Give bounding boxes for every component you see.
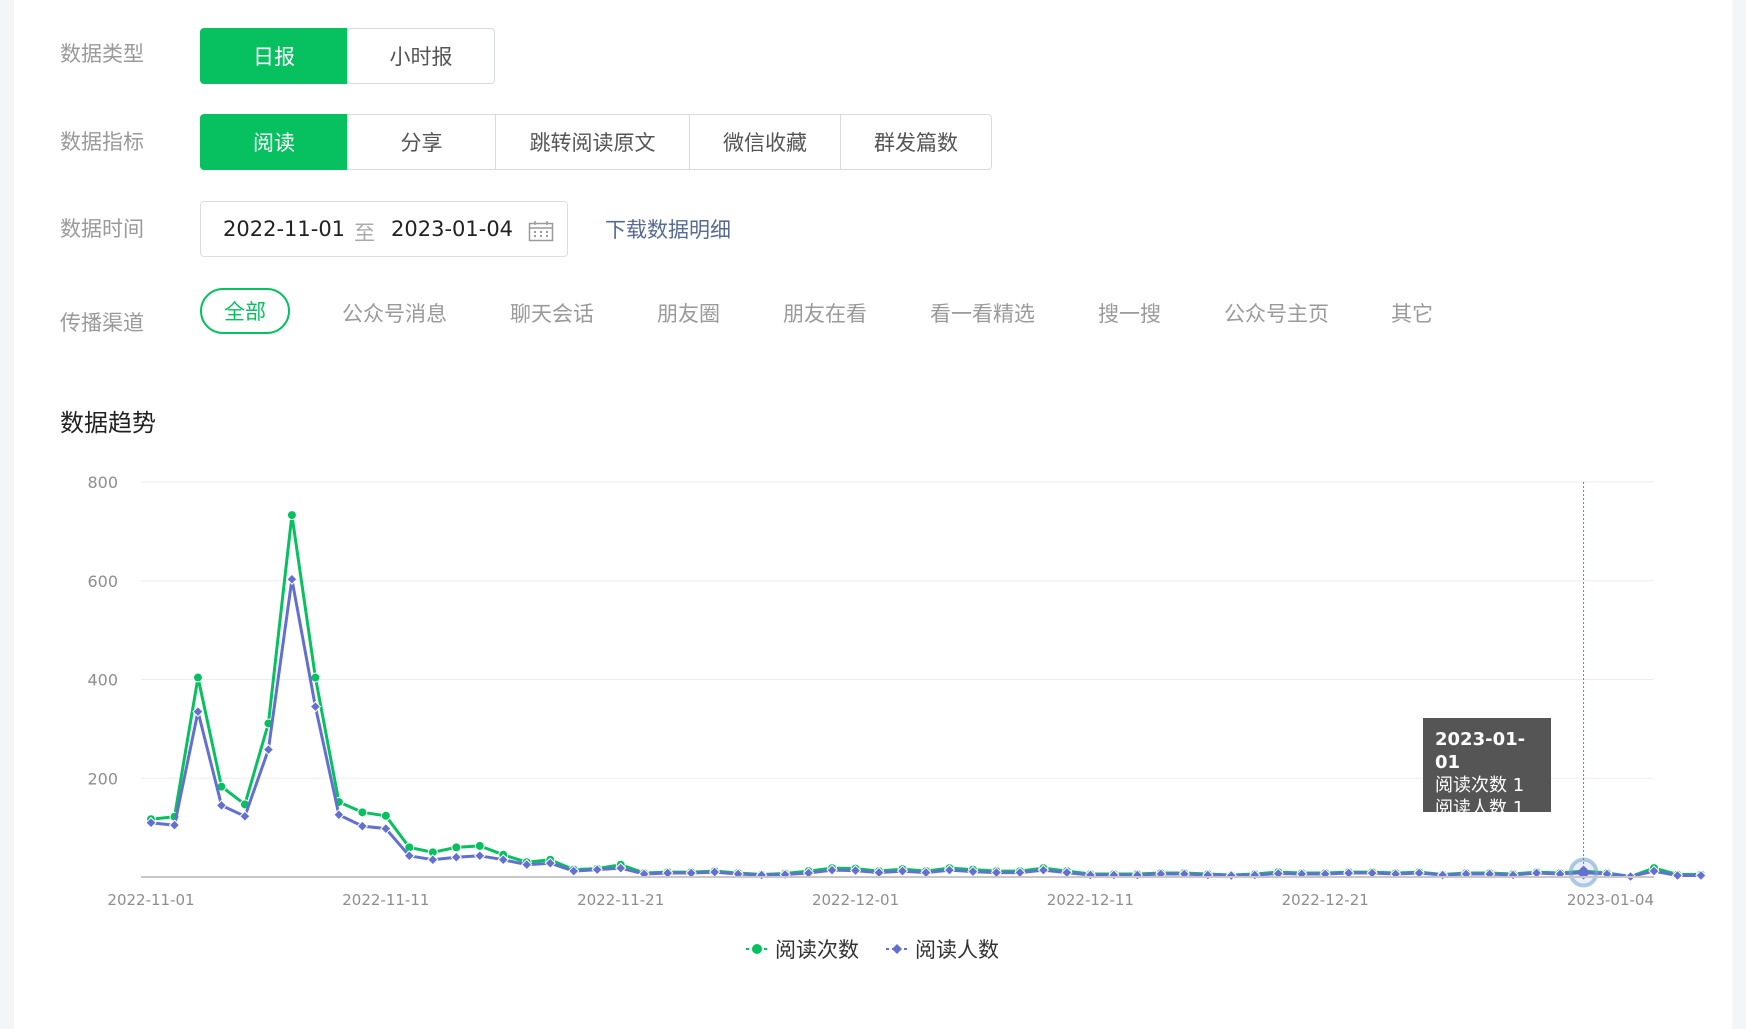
x-tick-label: 2022-11-01 xyxy=(107,891,194,909)
data-point xyxy=(357,807,368,818)
data-point xyxy=(474,840,485,851)
legend-label: 阅读次数 xyxy=(775,938,859,962)
data-point xyxy=(427,854,439,866)
legend-label: 阅读人数 xyxy=(915,938,999,962)
data-point xyxy=(239,810,251,822)
y-tick-label: 600 xyxy=(87,572,118,591)
data-point xyxy=(192,705,204,718)
data-point xyxy=(380,810,391,821)
x-tick-label: 2022-11-21 xyxy=(577,891,664,909)
x-tick-label: 2022-12-11 xyxy=(1047,891,1134,909)
tooltip-date: 2023-01-01 xyxy=(1435,729,1526,773)
legend-item: 阅读次数 xyxy=(746,938,859,962)
data-point xyxy=(333,809,345,821)
y-tick-label: 400 xyxy=(87,671,118,690)
legend-item: 阅读人数 xyxy=(886,938,999,962)
data-point xyxy=(192,672,203,683)
data-point xyxy=(356,820,369,832)
tooltip-reader-count: 阅读人数 1 xyxy=(1435,798,1525,819)
series-line xyxy=(150,513,1701,878)
data-point xyxy=(168,819,181,831)
data-point xyxy=(450,851,463,863)
y-tick-label: 800 xyxy=(87,473,118,492)
trend-line-chart: 200 400 600 800 2022-11-01 2022-11-11 2022-11-… xyxy=(87,473,1707,962)
data-point xyxy=(310,672,321,683)
data-point xyxy=(474,850,486,862)
x-tick-label: 2022-12-21 xyxy=(1282,891,1369,909)
chart-tooltip: 2023-01-01 阅读次数 1 阅读人数 1 xyxy=(1423,718,1551,819)
y-tick-label: 200 xyxy=(87,769,118,788)
x-tick-label: 2022-11-11 xyxy=(342,891,429,909)
series-read-count xyxy=(146,510,1706,882)
legend-marker xyxy=(892,944,902,954)
data-point xyxy=(215,799,228,812)
x-tick-label: 2022-12-01 xyxy=(812,891,899,909)
data-point xyxy=(262,743,275,756)
tooltip-read-count: 阅读次数 1 xyxy=(1435,775,1525,796)
data-point xyxy=(286,510,297,521)
x-tick-label: 2023-01-04 xyxy=(1567,891,1654,909)
data-point xyxy=(286,573,298,585)
data-point xyxy=(451,842,462,853)
legend-marker xyxy=(752,944,762,954)
